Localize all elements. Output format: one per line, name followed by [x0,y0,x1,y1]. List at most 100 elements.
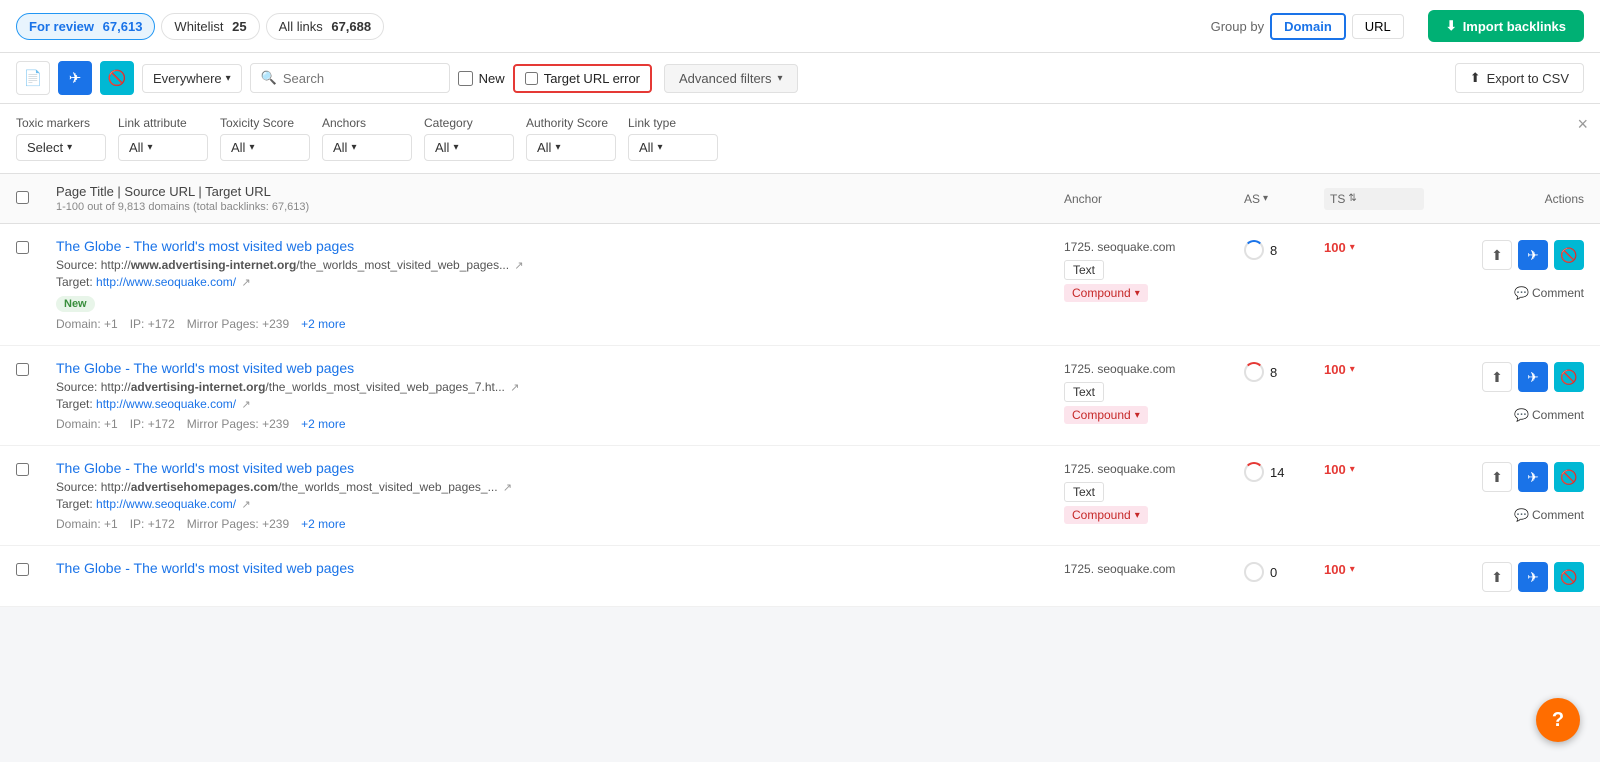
row-checkbox-cell [16,560,56,579]
row-target: Target: http://www.seoquake.com/ ↗ [56,397,1064,411]
row-actions-cell: ⬆ ✈ 🚫 [1424,560,1584,592]
anchor-site: 1725. seoquake.com [1064,362,1244,376]
header-anchor-col: Anchor [1064,192,1244,206]
header-checkbox-cell [16,191,56,207]
header-as-col[interactable]: AS ▾ [1244,192,1324,206]
chevron-down-icon[interactable]: ▾ [1350,564,1355,575]
anchor-compound-tag[interactable]: Compound ▾ [1064,406,1148,424]
select-all-checkbox[interactable] [16,191,29,204]
results-table: Page Title | Source URL | Target URL 1-1… [0,174,1600,607]
row-title[interactable]: The Globe - The world's most visited web… [56,460,1064,476]
tab-whitelist[interactable]: Whitelist 25 [161,13,259,40]
new-filter-label[interactable]: New [458,71,505,86]
row-checkbox[interactable] [16,363,29,376]
chevron-down-icon[interactable]: ▾ [1350,242,1355,253]
file-icon-button[interactable]: 📄 [16,61,50,95]
category-select[interactable]: All ▾ [424,134,514,161]
group-by-url[interactable]: URL [1352,14,1404,39]
group-by-domain[interactable]: Domain [1270,13,1346,40]
authority-score-group: Authority Score All ▾ [526,116,616,161]
import-backlinks-button[interactable]: ⬇ Import backlinks [1428,10,1584,42]
row-checkbox-cell [16,460,56,479]
block-row-button[interactable]: 🚫 [1554,362,1584,392]
everywhere-dropdown[interactable]: Everywhere ▾ [142,64,242,93]
target-url-error-filter[interactable]: Target URL error [513,64,652,93]
target-url-link[interactable]: http://www.seoquake.com/ [96,397,236,411]
link-attribute-select[interactable]: All ▾ [118,134,208,161]
external-link-icon[interactable]: ↗ [510,382,519,394]
authority-circle-icon [1244,362,1264,382]
block-row-button[interactable]: 🚫 [1554,562,1584,592]
external-link-icon[interactable]: ↗ [514,260,523,272]
authority-score-select[interactable]: All ▾ [526,134,616,161]
help-button[interactable]: ? [1536,698,1580,742]
telegram-row-button[interactable]: ✈ [1518,240,1548,270]
advanced-filters-button[interactable]: Advanced filters ▾ [664,64,798,93]
row-source: Source: http://advertisehomepages.com/th… [56,480,1064,494]
anchor-compound-tag[interactable]: Compound ▾ [1064,506,1148,524]
search-box[interactable]: 🔍 [250,63,450,93]
anchors-select[interactable]: All ▾ [322,134,412,161]
telegram-row-button[interactable]: ✈ [1518,562,1548,592]
header-title-col: Page Title | Source URL | Target URL 1-1… [56,184,1064,213]
export-row-button[interactable]: ⬆ [1482,462,1512,492]
external-link-icon[interactable]: ↗ [503,482,512,494]
close-advanced-panel-button[interactable]: × [1577,114,1588,135]
chevron-down-icon[interactable]: ▾ [1350,364,1355,375]
block-row-button[interactable]: 🚫 [1554,462,1584,492]
target-url-error-checkbox[interactable] [525,72,538,85]
block-icon-button[interactable]: 🚫 [100,61,134,95]
row-source: Source: http://www.advertising-internet.… [56,258,1064,272]
external-link-icon[interactable]: ↗ [241,399,250,411]
target-url-link[interactable]: http://www.seoquake.com/ [96,497,236,511]
comment-button[interactable]: 💬 Comment [1514,286,1584,300]
external-link-icon[interactable]: ↗ [241,277,250,289]
export-csv-button[interactable]: ⬆ Export to CSV [1455,63,1584,93]
new-filter-checkbox[interactable] [458,71,473,86]
telegram-icon-button[interactable]: ✈ [58,61,92,95]
anchor-site: 1725. seoquake.com [1064,240,1244,254]
tab-for-review[interactable]: For review 67,613 [16,13,155,40]
toxic-markers-select[interactable]: Select ▾ [16,134,106,161]
more-link[interactable]: +2 more [301,517,345,531]
row-checkbox[interactable] [16,563,29,576]
authority-circle-icon [1244,562,1264,582]
row-main-content: The Globe - The world's most visited web… [56,360,1064,431]
link-type-label: Link type [628,116,718,130]
search-input[interactable] [283,71,439,86]
row-title[interactable]: The Globe - The world's most visited web… [56,560,1064,576]
category-group: Category All ▾ [424,116,514,161]
anchor-site: 1725. seoquake.com [1064,462,1244,476]
row-as-cell: 8 [1244,238,1324,260]
export-row-button[interactable]: ⬆ [1482,562,1512,592]
anchor-compound-tag[interactable]: Compound ▾ [1064,284,1148,302]
tabs: For review 67,613 Whitelist 25 All links… [16,13,384,40]
export-row-button[interactable]: ⬆ [1482,240,1512,270]
block-icon: 🚫 [108,69,127,87]
export-row-button[interactable]: ⬆ [1482,362,1512,392]
row-ts-cell: 100 ▾ [1324,360,1424,377]
telegram-row-button[interactable]: ✈ [1518,462,1548,492]
header-ts-col[interactable]: TS ⇅ [1324,188,1424,210]
target-url-link[interactable]: http://www.seoquake.com/ [96,275,236,289]
block-row-button[interactable]: 🚫 [1554,240,1584,270]
link-type-select[interactable]: All ▾ [628,134,718,161]
row-checkbox[interactable] [16,463,29,476]
tab-all-links[interactable]: All links 67,688 [266,13,384,40]
chevron-down-icon: ▾ [657,142,662,153]
more-link[interactable]: +2 more [301,417,345,431]
row-ts-cell: 100 ▾ [1324,238,1424,255]
chevron-down-icon: ▾ [778,73,783,84]
row-title[interactable]: The Globe - The world's most visited web… [56,238,1064,254]
comment-button[interactable]: 💬 Comment [1514,508,1584,522]
row-title[interactable]: The Globe - The world's most visited web… [56,360,1064,376]
link-type-group: Link type All ▾ [628,116,718,161]
row-anchor-cell: 1725. seoquake.com Text Compound ▾ [1064,360,1244,424]
external-link-icon[interactable]: ↗ [241,499,250,511]
comment-button[interactable]: 💬 Comment [1514,408,1584,422]
row-checkbox[interactable] [16,241,29,254]
chevron-down-icon[interactable]: ▾ [1350,464,1355,475]
toxicity-score-select[interactable]: All ▾ [220,134,310,161]
telegram-row-button[interactable]: ✈ [1518,362,1548,392]
more-link[interactable]: +2 more [301,317,345,331]
